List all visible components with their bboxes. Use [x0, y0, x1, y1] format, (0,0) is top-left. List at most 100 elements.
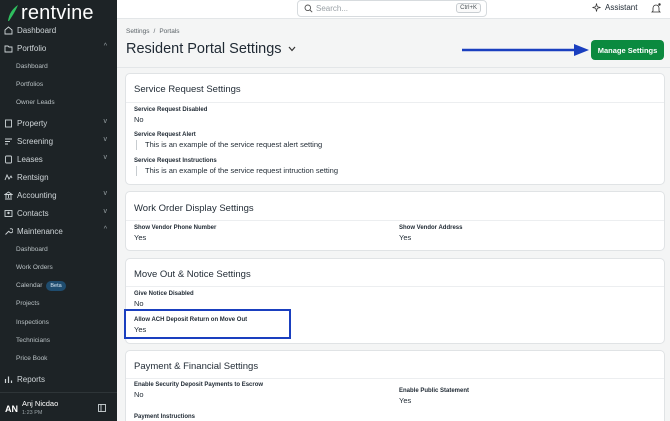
rentvine-leaf-icon	[8, 5, 18, 21]
sidebar-subitem-work-orders[interactable]: Work Orders	[16, 262, 53, 274]
list-filter-icon	[4, 137, 13, 146]
field-value: Yes	[399, 396, 412, 405]
sidebar-item-maintenance[interactable]: Maintenance ^	[0, 223, 117, 239]
sidebar-subitem-technicians[interactable]: Technicians	[16, 335, 50, 347]
bank-icon	[4, 190, 13, 200]
top-bar: Search... Ctrl+K Assistant	[117, 0, 670, 19]
breadcrumb: Settings / Portals	[126, 28, 180, 35]
page-title-dropdown[interactable]: Resident Portal Settings	[126, 41, 296, 57]
contact-card-icon	[4, 209, 13, 218]
document-icon	[4, 155, 13, 164]
card-title: Work Order Display Settings	[134, 203, 254, 214]
keyboard-shortcut-badge: Ctrl+K	[456, 3, 481, 13]
chevron-up-icon: ^	[103, 226, 107, 233]
chevron-down-icon: v	[103, 190, 108, 197]
assistant-button[interactable]: Assistant	[592, 3, 637, 12]
breadcrumb-portals[interactable]: Portals	[159, 28, 179, 35]
annotation-arrow-icon	[462, 44, 589, 56]
annotation-highlight-box	[124, 309, 291, 339]
search-icon	[304, 4, 313, 13]
breadcrumb-separator: /	[153, 28, 156, 35]
payment-financial-settings-card: Payment & Financial Settings Enable Secu…	[125, 350, 665, 421]
chevron-down-icon: v	[103, 118, 108, 125]
signature-icon	[4, 173, 13, 182]
breadcrumb-settings[interactable]: Settings	[126, 28, 150, 35]
sidebar-item-label: Property	[17, 118, 48, 128]
sidebar-item-label: Reports	[17, 374, 46, 384]
sidebar-subitem-calendar[interactable]: Calendar Beta	[16, 280, 66, 292]
sidebar-subitem-inspections[interactable]: Inspections	[16, 317, 49, 329]
sidebar-item-label: Leases	[17, 154, 43, 164]
sidebar-item-label: Contacts	[17, 208, 49, 218]
sidebar-item-label: Maintenance	[17, 226, 63, 236]
chevron-down-icon: v	[103, 136, 108, 143]
field-label: Payment Instructions	[134, 414, 196, 420]
collapse-sidebar-icon[interactable]	[98, 404, 106, 412]
sidebar-item-label: Rentsign	[17, 172, 49, 182]
sidebar-subitem-maintenance-dashboard[interactable]: Dashboard	[16, 244, 48, 256]
building-icon	[4, 119, 13, 128]
chevron-up-icon: ^	[103, 43, 107, 50]
bar-chart-icon	[4, 375, 13, 384]
search-input[interactable]: Search... Ctrl+K	[297, 0, 487, 17]
sidebar-subitem-projects[interactable]: Projects	[16, 298, 39, 310]
card-divider	[126, 102, 664, 103]
search-placeholder: Search...	[316, 4, 349, 13]
card-title: Service Request Settings	[134, 84, 241, 95]
sidebar-item-dashboard[interactable]: Dashboard	[0, 22, 117, 38]
brand-logo[interactable]: rentvine	[7, 3, 94, 23]
sidebar-item-rentsign[interactable]: Rentsign	[0, 169, 117, 185]
sidebar-item-label: Accounting	[17, 190, 57, 200]
wrench-icon	[4, 227, 13, 236]
sidebar: rentvine Dashboard Portfolio ^ Dashboard…	[0, 0, 117, 421]
sidebar-item-label: Screening	[17, 136, 54, 146]
bell-icon[interactable]	[651, 3, 661, 14]
sidebar-item-property[interactable]: Property v	[0, 115, 117, 131]
sidebar-item-contacts[interactable]: Contacts v	[0, 205, 117, 221]
card-divider	[126, 286, 664, 287]
card-title: Move Out & Notice Settings	[134, 269, 251, 280]
chevron-down-icon: v	[103, 208, 108, 215]
home-icon	[4, 25, 13, 35]
sidebar-item-leases[interactable]: Leases v	[0, 151, 117, 167]
sidebar-item-portfolio[interactable]: Portfolio ^	[0, 40, 117, 56]
user-time: 1:23 PM	[22, 410, 43, 416]
sidebar-item-label: Portfolio	[17, 43, 47, 53]
field-value: Yes	[399, 233, 412, 242]
field-value: No	[134, 390, 144, 399]
work-order-display-settings-card: Work Order Display Settings Show Vendor …	[125, 191, 665, 251]
folder-icon	[4, 44, 13, 53]
field-label: Service Request Disabled	[134, 107, 208, 113]
chevron-down-icon: v	[103, 154, 108, 161]
user-profile[interactable]: AN Anj Nicdao 1:23 PM	[0, 392, 117, 421]
field-value: Yes	[134, 233, 147, 242]
sidebar-subitem-owner-leads[interactable]: Owner Leads	[16, 97, 55, 109]
sidebar-item-screening[interactable]: Screening v	[0, 133, 117, 149]
field-label: Service Request Alert	[134, 132, 196, 138]
card-divider	[126, 220, 664, 221]
user-name: Anj Nicdao	[22, 399, 59, 408]
field-value-quote: This is an example of the service reques…	[136, 140, 322, 150]
sparkle-icon	[592, 3, 601, 12]
sidebar-item-reports[interactable]: Reports	[0, 371, 117, 387]
field-label: Enable Security Deposit Payments to Escr…	[134, 382, 264, 388]
field-label: Show Vendor Phone Number	[134, 225, 217, 231]
manage-settings-button[interactable]: Manage Settings	[591, 40, 664, 60]
avatar: AN	[5, 404, 18, 414]
sidebar-subitem-portfolios[interactable]: Portfolios	[16, 79, 43, 91]
field-label: Enable Public Statement	[399, 388, 470, 394]
sidebar-subitem-portfolio-dashboard[interactable]: Dashboard	[16, 61, 48, 73]
page-title: Resident Portal Settings	[126, 41, 282, 57]
card-title: Payment & Financial Settings	[134, 361, 259, 372]
field-label: Show Vendor Address	[399, 225, 463, 231]
sidebar-subitem-price-book[interactable]: Price Book	[16, 353, 47, 365]
beta-badge: Beta	[46, 281, 66, 291]
field-label: Give Notice Disabled	[134, 291, 194, 297]
chevron-down-icon	[288, 46, 296, 52]
field-value-quote: This is an example of the service reques…	[136, 166, 338, 176]
header-divider	[117, 67, 670, 68]
sidebar-item-label: Dashboard	[17, 25, 57, 35]
assistant-label: Assistant	[605, 3, 638, 12]
service-request-settings-card: Service Request Settings Service Request…	[125, 73, 665, 185]
sidebar-item-accounting[interactable]: Accounting v	[0, 187, 117, 203]
